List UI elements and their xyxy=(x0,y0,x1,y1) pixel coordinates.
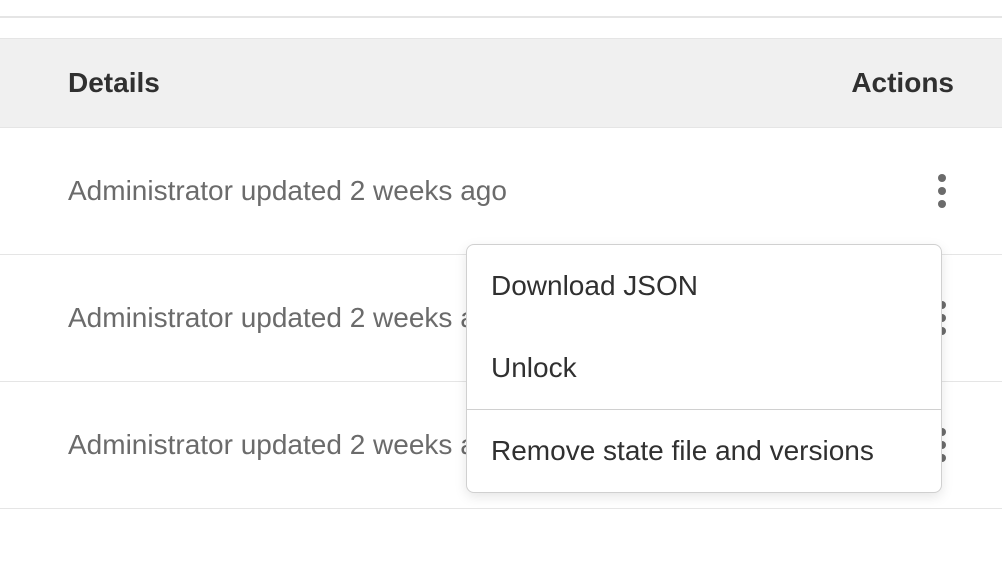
table-header: Details Actions xyxy=(0,38,1002,128)
row-detail-text: Administrator updated 2 weeks ago xyxy=(68,302,507,334)
menu-item-remove-state[interactable]: Remove state file and versions xyxy=(467,410,941,492)
actions-dropdown-menu: Download JSON Unlock Remove state file a… xyxy=(466,244,942,493)
kebab-icon xyxy=(938,187,946,195)
column-header-details: Details xyxy=(68,67,160,99)
column-header-actions: Actions xyxy=(851,67,954,99)
menu-item-unlock[interactable]: Unlock xyxy=(467,327,941,409)
table-row: Administrator updated 2 weeks ago xyxy=(0,128,1002,255)
top-divider xyxy=(0,16,1002,18)
kebab-icon xyxy=(938,200,946,208)
menu-item-download-json[interactable]: Download JSON xyxy=(467,245,941,327)
row-detail-text: Administrator updated 2 weeks ago xyxy=(68,429,507,461)
kebab-icon xyxy=(938,174,946,182)
row-detail-text: Administrator updated 2 weeks ago xyxy=(68,175,507,207)
row-actions-button[interactable] xyxy=(930,166,954,216)
